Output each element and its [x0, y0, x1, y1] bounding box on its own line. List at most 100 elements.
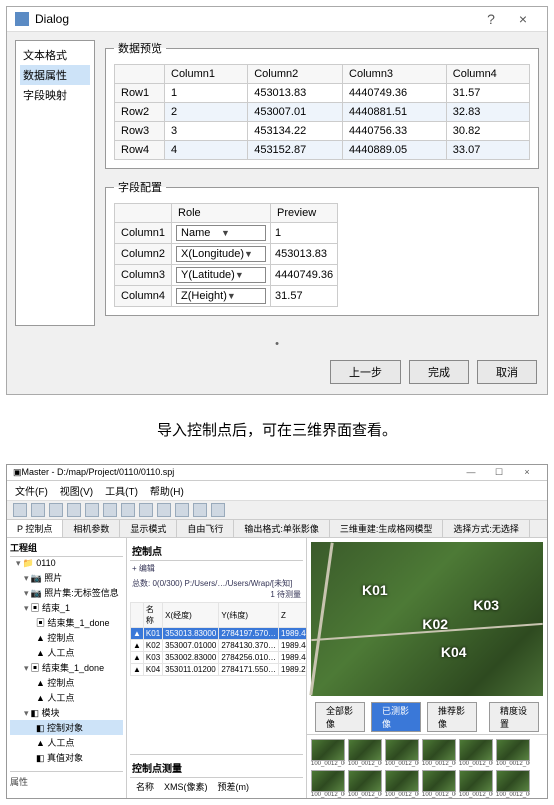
- thumbnail[interactable]: 100_0012_0008.JPG: [385, 739, 419, 767]
- chevron-down-icon: ▼: [235, 270, 261, 280]
- thumbnail[interactable]: 100_0012_0013.JPG: [348, 770, 382, 798]
- prev-button[interactable]: 上一步: [330, 360, 401, 384]
- tree-node[interactable]: ▲ 人工点: [10, 735, 123, 750]
- tab-camera[interactable]: 相机参数: [63, 520, 120, 537]
- app-titlebar: ▣ Master - D:/map/Project/0110/0110.spj …: [7, 465, 547, 481]
- project-tree[interactable]: ▾📁 0110▾📷 照片▾📷 照片集:无标签信息▾▣ 结束_1▣ 结束集_1_d…: [10, 557, 123, 765]
- tab-recon[interactable]: 三维重建:生成格网模型: [330, 520, 444, 537]
- tool-icon[interactable]: [193, 503, 207, 517]
- tool-icon[interactable]: [121, 503, 135, 517]
- app-icon: ▣: [13, 467, 22, 478]
- marker-k01[interactable]: K01: [362, 582, 388, 598]
- cancel-button[interactable]: 取消: [477, 360, 537, 384]
- thumbnail[interactable]: 100_0012_0032.JPG: [459, 770, 493, 798]
- role-combo[interactable]: X(Longitude)▼: [176, 246, 266, 262]
- ctrl-row[interactable]: ▲K02353007.010002784130.370…1989.4490000: [131, 640, 308, 652]
- tab-controlpoints[interactable]: P 控制点: [7, 520, 63, 537]
- tool-icon[interactable]: [211, 503, 225, 517]
- tool-icon[interactable]: [157, 503, 171, 517]
- close-button[interactable]: ×: [513, 467, 541, 478]
- thumbnail[interactable]: 100_0012_0007.JPG: [348, 739, 382, 767]
- thumbnail[interactable]: 100_0012_0012.JPG: [311, 770, 345, 798]
- tree-node[interactable]: ▾📷 照片集:无标签信息: [10, 585, 123, 600]
- table-row: Column4 Z(Height)▼ 31.57: [115, 286, 338, 307]
- tree-node[interactable]: ▣ 结束集_1_done: [10, 615, 123, 630]
- menu-help[interactable]: 帮助(H): [150, 483, 184, 498]
- thumbnail[interactable]: 100_0012_0009.JPG: [422, 739, 456, 767]
- tool-icon[interactable]: [85, 503, 99, 517]
- tree-node[interactable]: ◧ 真值对象: [10, 750, 123, 765]
- menu-view[interactable]: 视图(V): [60, 483, 93, 498]
- tab-display[interactable]: 显示模式: [120, 520, 177, 537]
- aerial-view[interactable]: K01 K02 K03 K04: [311, 542, 543, 696]
- tool-icon[interactable]: [139, 503, 153, 517]
- finish-button[interactable]: 完成: [409, 360, 469, 384]
- thumb-filter-bar: 全部影像 已测影像 推荐影像 精度设置: [307, 700, 547, 734]
- app-icon: [15, 12, 29, 26]
- chevron-down-icon: ▼: [227, 291, 261, 301]
- tree-node[interactable]: ▾📁 0110: [10, 557, 123, 570]
- ctrl-row[interactable]: ▲K03353002.830002784256.010…1989.4490000: [131, 652, 308, 664]
- tree-node[interactable]: ▲ 人工点: [10, 690, 123, 705]
- thumbnail[interactable]: 100_0012_0031.JPG: [422, 770, 456, 798]
- page-caption: 导入控制点后，可在三维界面查看。: [0, 401, 554, 458]
- ctrl-row[interactable]: ▲K01353013.830002784197.570…1989.4490000: [131, 628, 308, 640]
- tool-icon[interactable]: [175, 503, 189, 517]
- data-preview-legend: 数据预览: [114, 40, 166, 56]
- role-combo[interactable]: Name▼: [176, 225, 266, 241]
- tree-node[interactable]: ▲ 控制点: [10, 630, 123, 645]
- thumbnail[interactable]: 100_0012_0030.JPG: [385, 770, 419, 798]
- step-field-mapping[interactable]: 字段映射: [20, 85, 90, 105]
- tab-flight[interactable]: 自由飞行: [177, 520, 234, 537]
- close-button[interactable]: ×: [507, 11, 539, 27]
- filter-all[interactable]: 全部影像: [315, 702, 365, 732]
- tree-node[interactable]: ▾▣ 结束集_1_done: [10, 660, 123, 675]
- help-button[interactable]: ?: [475, 11, 507, 27]
- minimize-button[interactable]: —: [457, 467, 485, 478]
- role-combo[interactable]: Y(Latitude)▼: [176, 267, 266, 283]
- menu-file[interactable]: 文件(F): [15, 483, 48, 498]
- tree-node[interactable]: ▲ 人工点: [10, 645, 123, 660]
- tool-icon[interactable]: [13, 503, 27, 517]
- tree-node[interactable]: ▾▣ 结束_1: [10, 600, 123, 615]
- tree-node[interactable]: ▾📷 照片: [10, 570, 123, 585]
- tree-node[interactable]: ▲ 控制点: [10, 675, 123, 690]
- dialog-main: 数据预览 Column1 Column2 Column3 Column4 Row…: [105, 40, 539, 326]
- filter-measured[interactable]: 已测影像: [371, 702, 421, 732]
- marker-k03[interactable]: K03: [473, 597, 499, 613]
- table-row: Row3 3 453134.22 4440756.33 30.82: [115, 122, 530, 141]
- filter-suggested[interactable]: 推荐影像: [427, 702, 477, 732]
- tree-node[interactable]: ◧ 控制对象: [10, 720, 123, 735]
- tool-icon[interactable]: [31, 503, 45, 517]
- thumbnail[interactable]: 100_0012_0010.JPG: [459, 739, 493, 767]
- menu-tools[interactable]: 工具(T): [105, 483, 138, 498]
- marker-k04[interactable]: K04: [441, 644, 467, 660]
- step-data-attrs[interactable]: 数据属性: [20, 65, 90, 85]
- maximize-button[interactable]: ☐: [485, 467, 513, 478]
- tool-icon[interactable]: [67, 503, 81, 517]
- data-preview-box: 数据预览 Column1 Column2 Column3 Column4 Row…: [105, 40, 539, 169]
- tree-node[interactable]: ▾◧ 模块: [10, 705, 123, 720]
- view-tabs: P 控制点 相机参数 显示模式 自由飞行 输出格式:单张影像 三维重建:生成格网…: [7, 520, 547, 538]
- col-header: Column3: [343, 65, 447, 84]
- tool-icon[interactable]: [103, 503, 117, 517]
- tab-output[interactable]: 输出格式:单张影像: [234, 520, 330, 537]
- role-combo[interactable]: Z(Height)▼: [176, 288, 266, 304]
- precision-settings[interactable]: 精度设置: [489, 702, 539, 732]
- tool-icon[interactable]: [49, 503, 63, 517]
- ctrl-title: 控制点: [130, 541, 303, 561]
- ctrl-row[interactable]: ▲K04353011.012002784171.550…1989.2740000: [131, 664, 308, 676]
- thumbnail[interactable]: 100_0012_0011.JPG: [496, 739, 530, 767]
- dialog-buttons: 上一步 完成 取消: [7, 354, 547, 394]
- thumbnail[interactable]: 100_0012_0033.JPG: [496, 770, 530, 798]
- main-app-window: ▣ Master - D:/map/Project/0110/0110.spj …: [6, 464, 548, 799]
- thumbnail[interactable]: 100_0012_0006.JPG: [311, 739, 345, 767]
- table-row: Row4 4 453152.87 4440889.05 33.07: [115, 141, 530, 160]
- properties-title: 属性: [10, 771, 123, 788]
- 3d-view-pane: K01 K02 K03 K04 全部影像 已测影像 推荐影像 精度设置 100_…: [307, 538, 547, 798]
- step-text-format[interactable]: 文本格式: [20, 45, 90, 65]
- menubar: 文件(F) 视图(V) 工具(T) 帮助(H): [7, 481, 547, 501]
- tab-select[interactable]: 选择方式:无选择: [443, 520, 530, 537]
- marker-k02[interactable]: K02: [422, 616, 448, 632]
- toolbar: [7, 501, 547, 520]
